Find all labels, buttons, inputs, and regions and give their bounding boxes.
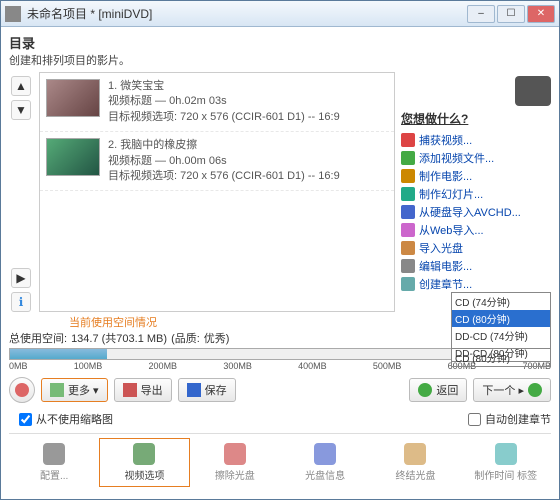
task-label: 制作电影... (419, 168, 472, 184)
task-label: 导入光盘 (419, 240, 463, 256)
clip-target: 目标视频选项: 720 x 576 (CCIR-601 D1) -- 16:9 (108, 110, 340, 125)
task-icon (401, 151, 415, 165)
next-button[interactable]: 下一个 ▸ (473, 378, 551, 402)
bottom-tab[interactable]: 视频选项 (99, 438, 189, 487)
tab-label: 光盘信息 (305, 467, 345, 482)
back-button[interactable] (9, 377, 35, 403)
more-button[interactable]: 更多 ▾ (41, 378, 108, 402)
task-icon (401, 187, 415, 201)
bottom-tab[interactable]: 擦除光盘 (190, 438, 280, 487)
task-label: 捕获视频... (419, 132, 472, 148)
tab-icon (404, 443, 426, 465)
tab-icon (495, 443, 517, 465)
task-panel-title: 您想做什么? (401, 110, 551, 127)
media-option[interactable]: CD (74分钟) (452, 293, 550, 310)
maximize-button[interactable]: ☐ (497, 5, 525, 23)
tab-icon (314, 443, 336, 465)
toolbar: 更多 ▾ 导出 保存 返回 下一个 ▸ (9, 377, 551, 403)
task-icon (401, 223, 415, 237)
task-label: 添加视频文件... (419, 150, 494, 166)
task-link[interactable]: 捕获视频... (401, 131, 551, 149)
bottom-tab[interactable]: 制作时间 标签 (461, 438, 551, 487)
media-option[interactable]: CD (80分钟) (452, 310, 550, 327)
play-button[interactable]: ▶ (11, 268, 31, 288)
task-link[interactable]: 从Web导入... (401, 221, 551, 239)
task-link[interactable]: 从硬盘导入AVCHD... (401, 203, 551, 221)
task-icon (401, 259, 415, 273)
tab-label: 视频选项 (124, 467, 164, 482)
bottom-tab[interactable]: 光盘信息 (280, 438, 370, 487)
clip-target: 目标视频选项: 720 x 576 (CCIR-601 D1) -- 16:9 (108, 169, 340, 184)
clip-list[interactable]: 1. 微笑宝宝 视频标题 — 0h.02m 03s 目标视频选项: 720 x … (39, 72, 395, 312)
tab-icon (224, 443, 246, 465)
bottom-tab[interactable]: 终结光盘 (370, 438, 460, 487)
camera-icon (515, 76, 551, 106)
task-icon (401, 169, 415, 183)
task-link[interactable]: 制作幻灯片... (401, 185, 551, 203)
titlebar: 未命名项目 * [miniDVD] – ☐ ✕ (1, 1, 559, 27)
task-label: 创建章节... (419, 276, 472, 292)
info-button[interactable]: ℹ (11, 292, 31, 312)
tab-label: 制作时间 标签 (474, 467, 537, 482)
task-label: 从Web导入... (419, 222, 484, 238)
media-option[interactable]: DD-CD (74分钟) (452, 327, 550, 344)
task-icon (401, 277, 415, 291)
tab-label: 擦除光盘 (215, 467, 255, 482)
clip-title: 2. 我脑中的橡皮擦 (108, 138, 340, 153)
clip-title: 1. 微笑宝宝 (108, 79, 340, 94)
clip-controls: ▲ ▼ ▶ ℹ (9, 72, 33, 312)
clip-meta: 视频标题 — 0h.02m 03s (108, 94, 340, 109)
task-link[interactable]: 添加视频文件... (401, 149, 551, 167)
thumbnail-checkbox[interactable]: 从不使用缩略图 (19, 411, 113, 427)
auto-chapter-checkbox[interactable]: 自动创建章节 (468, 411, 551, 427)
app-icon (5, 6, 21, 22)
quality-value: 优秀) (204, 330, 230, 346)
task-label: 制作幻灯片... (419, 186, 483, 202)
task-icon (401, 133, 415, 147)
bottom-tabs: 配置... 视频选项 擦除光盘 光盘信息 终结光盘 制作时间 标签 (9, 433, 551, 487)
task-icon (401, 241, 415, 255)
minimize-button[interactable]: – (467, 5, 495, 23)
task-link[interactable]: 创建章节... (401, 275, 551, 293)
storage-label: 总使用空间: (9, 330, 67, 346)
clip-meta: 视频标题 — 0h.00m 06s (108, 154, 340, 169)
bottom-tab[interactable]: 配置... (9, 438, 99, 487)
clip-thumbnail (46, 79, 100, 117)
tab-icon (43, 443, 65, 465)
clip-item[interactable]: 2. 我脑中的橡皮擦 视频标题 — 0h.00m 06s 目标视频选项: 720… (40, 132, 394, 191)
next-clip-button[interactable]: ▼ (11, 100, 31, 120)
section-subtitle: 创建和排列项目的影片。 (9, 52, 551, 68)
task-link[interactable]: 导入光盘 (401, 239, 551, 257)
tab-icon (133, 443, 155, 465)
save-button[interactable]: 保存 (178, 378, 236, 402)
prev-clip-button[interactable]: ▲ (11, 76, 31, 96)
media-selected[interactable]: CD (80分钟) (451, 348, 551, 367)
tab-label: 终结光盘 (395, 467, 435, 482)
task-label: 编辑电影... (419, 258, 472, 274)
task-label: 从硬盘导入AVCHD... (419, 204, 521, 220)
tab-label: 配置... (40, 467, 68, 482)
task-icon (401, 205, 415, 219)
task-link[interactable]: 制作电影... (401, 167, 551, 185)
storage-value: 134.7 (共703.1 MB) (71, 330, 167, 346)
quality-label: (品质: (171, 330, 200, 346)
clip-thumbnail (46, 138, 100, 176)
close-button[interactable]: ✕ (527, 5, 555, 23)
section-title: 目录 (9, 33, 551, 52)
task-panel: 您想做什么? 捕获视频... 添加视频文件... 制作电影... 制作幻灯片... 从硬… (401, 72, 551, 312)
window-title: 未命名项目 * [miniDVD] (27, 5, 467, 22)
clip-item[interactable]: 1. 微笑宝宝 视频标题 — 0h.02m 03s 目标视频选项: 720 x … (40, 73, 394, 132)
export-button[interactable]: 导出 (114, 378, 172, 402)
task-link[interactable]: 编辑电影... (401, 257, 551, 275)
return-button[interactable]: 返回 (409, 378, 467, 402)
